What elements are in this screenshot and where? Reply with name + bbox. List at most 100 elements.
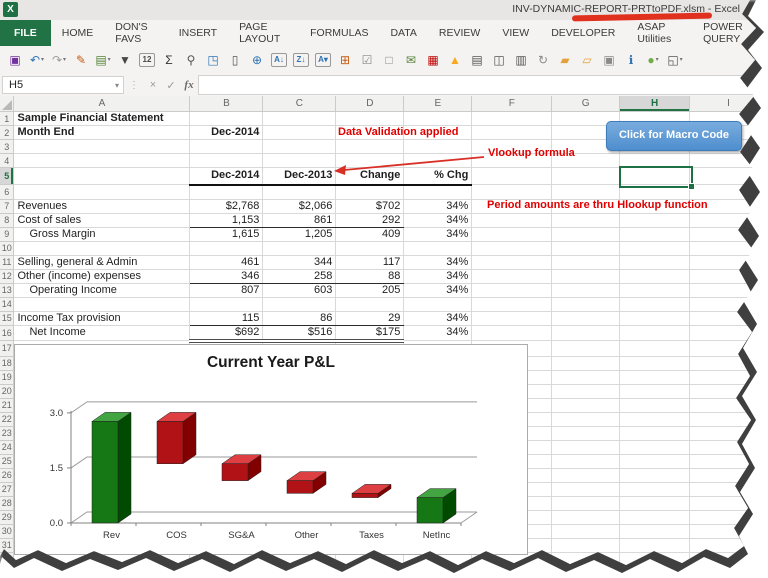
number-format-icon[interactable]: 12 <box>139 53 155 67</box>
cell-I8[interactable] <box>690 213 768 227</box>
cell-E12[interactable]: 34% <box>404 269 472 283</box>
cell-F14[interactable] <box>472 297 552 311</box>
cell-G9[interactable] <box>552 227 620 241</box>
cell-A12[interactable]: Other (income) expenses <box>14 269 190 283</box>
cell-G15[interactable] <box>552 311 620 325</box>
custom-sort-icon[interactable]: A▾ <box>315 53 331 67</box>
row-header-33[interactable]: 33 <box>0 566 14 578</box>
cell-G6[interactable] <box>552 185 620 200</box>
cell-C15[interactable]: 86 <box>263 311 336 325</box>
cell-H10[interactable] <box>620 241 690 255</box>
cell-G22[interactable] <box>552 412 620 426</box>
sort-asc-icon[interactable]: A↓ <box>271 53 287 67</box>
cell-E8[interactable]: 34% <box>404 213 472 227</box>
cell-A2[interactable]: Month End <box>14 126 190 140</box>
row-header-12[interactable]: 12 <box>0 269 14 283</box>
cell-H21[interactable] <box>620 398 690 412</box>
cell-C33[interactable] <box>263 566 336 578</box>
row-header-28[interactable]: 28 <box>0 496 14 510</box>
row-header-30[interactable]: 30 <box>0 524 14 538</box>
cell-H31[interactable] <box>620 538 690 552</box>
cell-B12[interactable]: 346 <box>190 269 263 283</box>
cancel-icon[interactable]: × <box>144 79 162 91</box>
cell-I29[interactable] <box>690 510 768 524</box>
cell-A6[interactable] <box>14 185 190 200</box>
autosum-icon[interactable]: Σ <box>158 50 180 70</box>
cell-D7[interactable]: $702 <box>336 199 404 213</box>
mail-check-icon[interactable]: ✉ <box>400 50 422 70</box>
cell-H24[interactable] <box>620 440 690 454</box>
column-header-D[interactable]: D <box>336 96 404 112</box>
cell-I16[interactable] <box>690 325 768 341</box>
cell-F10[interactable] <box>472 241 552 255</box>
cell-I14[interactable] <box>690 297 768 311</box>
cell-C11[interactable]: 344 <box>263 255 336 269</box>
tab-formulas[interactable]: FORMULAS <box>299 20 379 46</box>
cell-H12[interactable] <box>620 269 690 283</box>
tab-home[interactable]: HOME <box>51 20 105 46</box>
cell-A9[interactable]: Gross Margin <box>14 227 190 241</box>
cell-C5[interactable]: Dec-2013 <box>263 168 336 185</box>
cell-A14[interactable] <box>14 297 190 311</box>
cell-G25[interactable] <box>552 454 620 468</box>
cell-H11[interactable] <box>620 255 690 269</box>
cell-A13[interactable]: Operating Income <box>14 283 190 297</box>
cell-I33[interactable] <box>690 566 768 578</box>
cell-A7[interactable]: Revenues <box>14 199 190 213</box>
cell-A16[interactable]: Net Income <box>14 325 190 341</box>
row-header-10[interactable]: 10 <box>0 241 14 255</box>
cell-G24[interactable] <box>552 440 620 454</box>
row-header-3[interactable]: 3 <box>0 140 14 154</box>
clipboard-icon[interactable]: ▣ <box>598 50 620 70</box>
cell-G18[interactable] <box>552 356 620 370</box>
row-header-9[interactable]: 9 <box>0 227 14 241</box>
cell-I27[interactable] <box>690 482 768 496</box>
cell-H19[interactable] <box>620 370 690 384</box>
cell-G11[interactable] <box>552 255 620 269</box>
cell-H9[interactable] <box>620 227 690 241</box>
fill-handle[interactable] <box>688 183 695 190</box>
switch-windows-icon[interactable]: ⊞ <box>334 50 356 70</box>
cell-H14[interactable] <box>620 297 690 311</box>
cell-I25[interactable] <box>690 454 768 468</box>
cell-F1[interactable] <box>472 112 552 126</box>
cell-C2[interactable] <box>263 126 336 140</box>
cell-C16[interactable]: $516 <box>263 325 336 341</box>
cell-B14[interactable] <box>190 297 263 311</box>
row-header-13[interactable]: 13 <box>0 283 14 297</box>
row-header-31[interactable]: 31 <box>0 538 14 552</box>
info-icon[interactable]: ℹ <box>620 50 642 70</box>
cell-I28[interactable] <box>690 496 768 510</box>
cell-B9[interactable]: 1,615 <box>190 227 263 241</box>
cell-I31[interactable] <box>690 538 768 552</box>
cell-H8[interactable] <box>620 213 690 227</box>
cell-H17[interactable] <box>620 341 690 357</box>
cell-C13[interactable]: 603 <box>263 283 336 297</box>
cell-C4[interactable] <box>263 154 336 168</box>
cell-C9[interactable]: 1,205 <box>263 227 336 241</box>
row-header-15[interactable]: 15 <box>0 311 14 325</box>
cell-H30[interactable] <box>620 524 690 538</box>
print-preview-icon[interactable]: ◫ <box>488 50 510 70</box>
cell-H16[interactable] <box>620 325 690 341</box>
cell-G27[interactable] <box>552 482 620 496</box>
tab-view[interactable]: VIEW <box>491 20 540 46</box>
row-header-21[interactable]: 21 <box>0 398 14 412</box>
cell-H13[interactable] <box>620 283 690 297</box>
calendar-icon[interactable]: ▦ <box>422 50 444 70</box>
cell-I24[interactable] <box>690 440 768 454</box>
cell-G28[interactable] <box>552 496 620 510</box>
cell-D13[interactable]: 205 <box>336 283 404 297</box>
cell-B7[interactable]: $2,768 <box>190 199 263 213</box>
cell-I30[interactable] <box>690 524 768 538</box>
cell-I22[interactable] <box>690 412 768 426</box>
row-header-4[interactable]: 4 <box>0 154 14 168</box>
cell-D8[interactable]: 292 <box>336 213 404 227</box>
find-icon[interactable]: ⚲ <box>180 50 202 70</box>
cell-D6[interactable] <box>336 185 404 200</box>
row-header-20[interactable]: 20 <box>0 384 14 398</box>
cell-F16[interactable] <box>472 325 552 341</box>
tab-review[interactable]: REVIEW <box>428 20 491 46</box>
cell-I23[interactable] <box>690 426 768 440</box>
cell-G5[interactable] <box>552 168 620 185</box>
